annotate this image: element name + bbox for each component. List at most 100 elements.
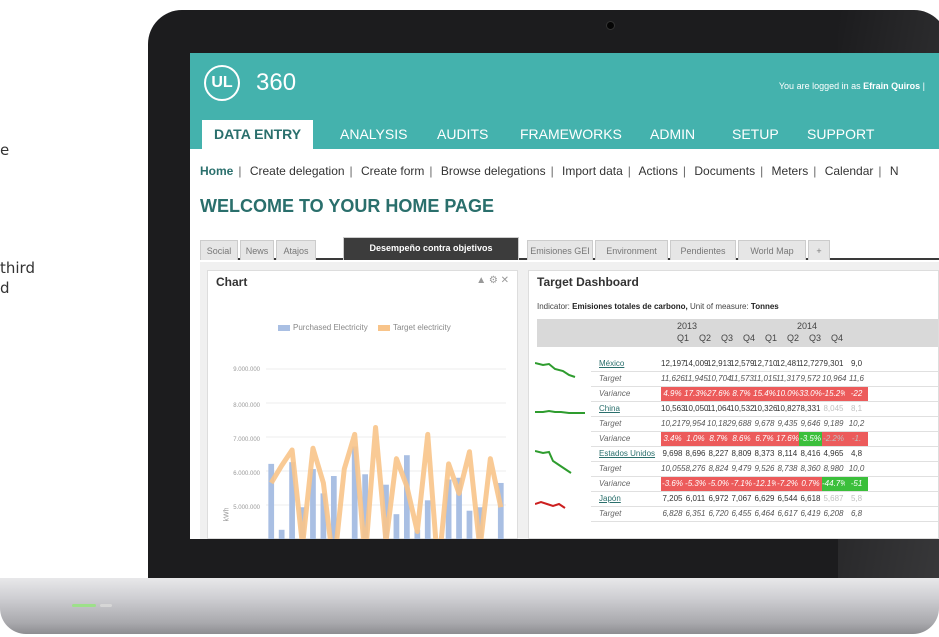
quarter-header[interactable]: Q2 bbox=[787, 333, 799, 343]
tab-analysis[interactable]: ANALYSIS bbox=[340, 120, 407, 149]
widget-tab-desempeno[interactable]: Desempeño contra objetivos bbox=[343, 237, 519, 260]
y-axis-label: kWh bbox=[223, 507, 231, 522]
table-cell: 6,208 bbox=[823, 509, 844, 518]
table-cell: 33.0% bbox=[799, 387, 822, 401]
table-cell: 9,526 bbox=[754, 464, 775, 473]
widget-tab-pendientes[interactable]: Pendientes bbox=[670, 240, 736, 260]
table-cell: 7,205 bbox=[662, 494, 683, 503]
indicator-line: Indicator: Emisiones totales de carbono,… bbox=[537, 302, 779, 311]
sparkline bbox=[535, 409, 585, 414]
table-cell: -5.0% bbox=[707, 477, 730, 491]
sparkline-path bbox=[535, 362, 576, 378]
table-cell: 12,197 bbox=[661, 359, 686, 368]
quarter-header[interactable]: Q3 bbox=[809, 333, 821, 343]
main-nav: DATA ENTRY ANALYSIS AUDITS FRAMEWORKS AD… bbox=[190, 120, 939, 149]
table-cell: -44.7% bbox=[822, 477, 847, 491]
table-cell: 1.0% bbox=[684, 432, 707, 446]
quarter-header[interactable]: Q4 bbox=[743, 333, 755, 343]
country-link[interactable]: Japón bbox=[599, 494, 621, 503]
table-cell: 4,8 bbox=[850, 449, 863, 458]
table-cell: 9,688 bbox=[731, 419, 752, 428]
row-label: Target bbox=[599, 374, 622, 383]
quarter-header[interactable]: Q3 bbox=[721, 333, 733, 343]
table-cell: 6,720 bbox=[708, 509, 729, 518]
table-cell: 6,351 bbox=[685, 509, 706, 518]
unit-name: Tonnes bbox=[750, 302, 779, 311]
subnav-calendar[interactable]: Calendar bbox=[825, 164, 874, 178]
row-label: Target bbox=[599, 419, 622, 428]
table-cell: 8,331 bbox=[800, 404, 821, 413]
y-tick-label: 8.000.000 bbox=[233, 403, 260, 409]
table-cell: 12,579 bbox=[730, 359, 755, 368]
widget-tab-emisiones[interactable]: Emisiones GEI bbox=[527, 240, 593, 260]
subnav-create-delegation[interactable]: Create delegation bbox=[250, 164, 345, 178]
table-cell: -1. bbox=[845, 432, 868, 446]
bar-purchased-electricity bbox=[466, 510, 473, 539]
table-cell: 8.7% bbox=[730, 387, 753, 401]
table-cell: 6,464 bbox=[754, 509, 775, 518]
country-link[interactable]: Estados Unidos bbox=[599, 449, 655, 458]
quarter-header[interactable]: Q1 bbox=[765, 333, 777, 343]
status-led bbox=[72, 604, 96, 607]
widget-tab-environment[interactable]: Environment bbox=[595, 240, 668, 260]
country-link[interactable]: China bbox=[599, 404, 620, 413]
table-cell: 0.7% bbox=[799, 477, 822, 491]
username[interactable]: Efrain Quiros bbox=[863, 81, 920, 91]
table-cell: 10,964 bbox=[822, 374, 847, 383]
table-cell: 9,301 bbox=[823, 359, 844, 368]
table-cell: 12,727 bbox=[799, 359, 824, 368]
target-dashboard-panel: Target Dashboard Indicator: Emisiones to… bbox=[528, 270, 939, 539]
sparkline bbox=[535, 450, 572, 474]
table-cell: 4,965 bbox=[823, 449, 844, 458]
tab-setup[interactable]: SETUP bbox=[732, 120, 779, 149]
widget-tab-world-map[interactable]: World Map bbox=[738, 240, 806, 260]
subnav-more[interactable]: N bbox=[890, 164, 899, 178]
subnav-meters[interactable]: Meters bbox=[772, 164, 809, 178]
sparkline bbox=[535, 362, 576, 378]
y-tick-label: 9.000.000 bbox=[233, 367, 260, 373]
subnav-documents[interactable]: Documents bbox=[694, 164, 755, 178]
table-cell: 9,954 bbox=[685, 419, 706, 428]
table-cell: 27.6% bbox=[707, 387, 730, 401]
widget-tab-news[interactable]: News bbox=[240, 240, 274, 260]
subnav-actions[interactable]: Actions bbox=[639, 164, 678, 178]
tab-audits[interactable]: AUDITS bbox=[437, 120, 488, 149]
table-cell: 8,114 bbox=[777, 449, 798, 458]
subnav-browse-delegations[interactable]: Browse delegations bbox=[441, 164, 546, 178]
country-link[interactable]: México bbox=[599, 359, 624, 368]
status-led-secondary bbox=[100, 604, 112, 607]
quarter-header[interactable]: Q1 bbox=[677, 333, 689, 343]
table-cell: 10,326 bbox=[753, 404, 778, 413]
quarter-header[interactable]: Q4 bbox=[831, 333, 843, 343]
table-cell: 8,696 bbox=[685, 449, 706, 458]
table-cell: 10,532 bbox=[730, 404, 755, 413]
tab-frameworks[interactable]: FRAMEWORKS bbox=[520, 120, 622, 149]
table-cell: -12.1% bbox=[753, 477, 778, 491]
row-label: Target bbox=[599, 464, 622, 473]
table-cell: 17.6% bbox=[776, 432, 799, 446]
tab-data-entry[interactable]: DATA ENTRY bbox=[202, 120, 314, 149]
tab-admin[interactable]: ADMIN bbox=[650, 120, 695, 149]
table-cell: 10.0% bbox=[776, 387, 799, 401]
table-cell: 10,704 bbox=[707, 374, 732, 383]
table-cell: 10,055 bbox=[661, 464, 686, 473]
subnav-create-form[interactable]: Create form bbox=[361, 164, 424, 178]
table-cell: 15.4% bbox=[753, 387, 776, 401]
subnav-import-data[interactable]: Import data bbox=[562, 164, 623, 178]
table-cell: 8,276 bbox=[685, 464, 706, 473]
subnav-home[interactable]: Home bbox=[200, 164, 233, 178]
widget-tab-social[interactable]: Social bbox=[200, 240, 238, 260]
add-tab-button[interactable]: + bbox=[808, 240, 830, 260]
widget-tab-atajos[interactable]: Atajos bbox=[276, 240, 316, 260]
bar-purchased-electricity bbox=[393, 514, 400, 539]
table-cell: 6,828 bbox=[662, 509, 683, 518]
tab-support[interactable]: SUPPORT bbox=[807, 120, 874, 149]
quarter-header[interactable]: Q2 bbox=[699, 333, 711, 343]
camera-icon bbox=[606, 21, 615, 30]
sparkline-path bbox=[535, 500, 566, 509]
table-cell: -7.2% bbox=[776, 477, 799, 491]
ul-logo[interactable]: UL bbox=[204, 65, 240, 101]
year-2013: 2013 bbox=[677, 321, 698, 331]
panel-tools-icons[interactable]: ▲ ⚙ ✕ bbox=[476, 275, 509, 286]
line-target-electricity bbox=[269, 424, 504, 539]
